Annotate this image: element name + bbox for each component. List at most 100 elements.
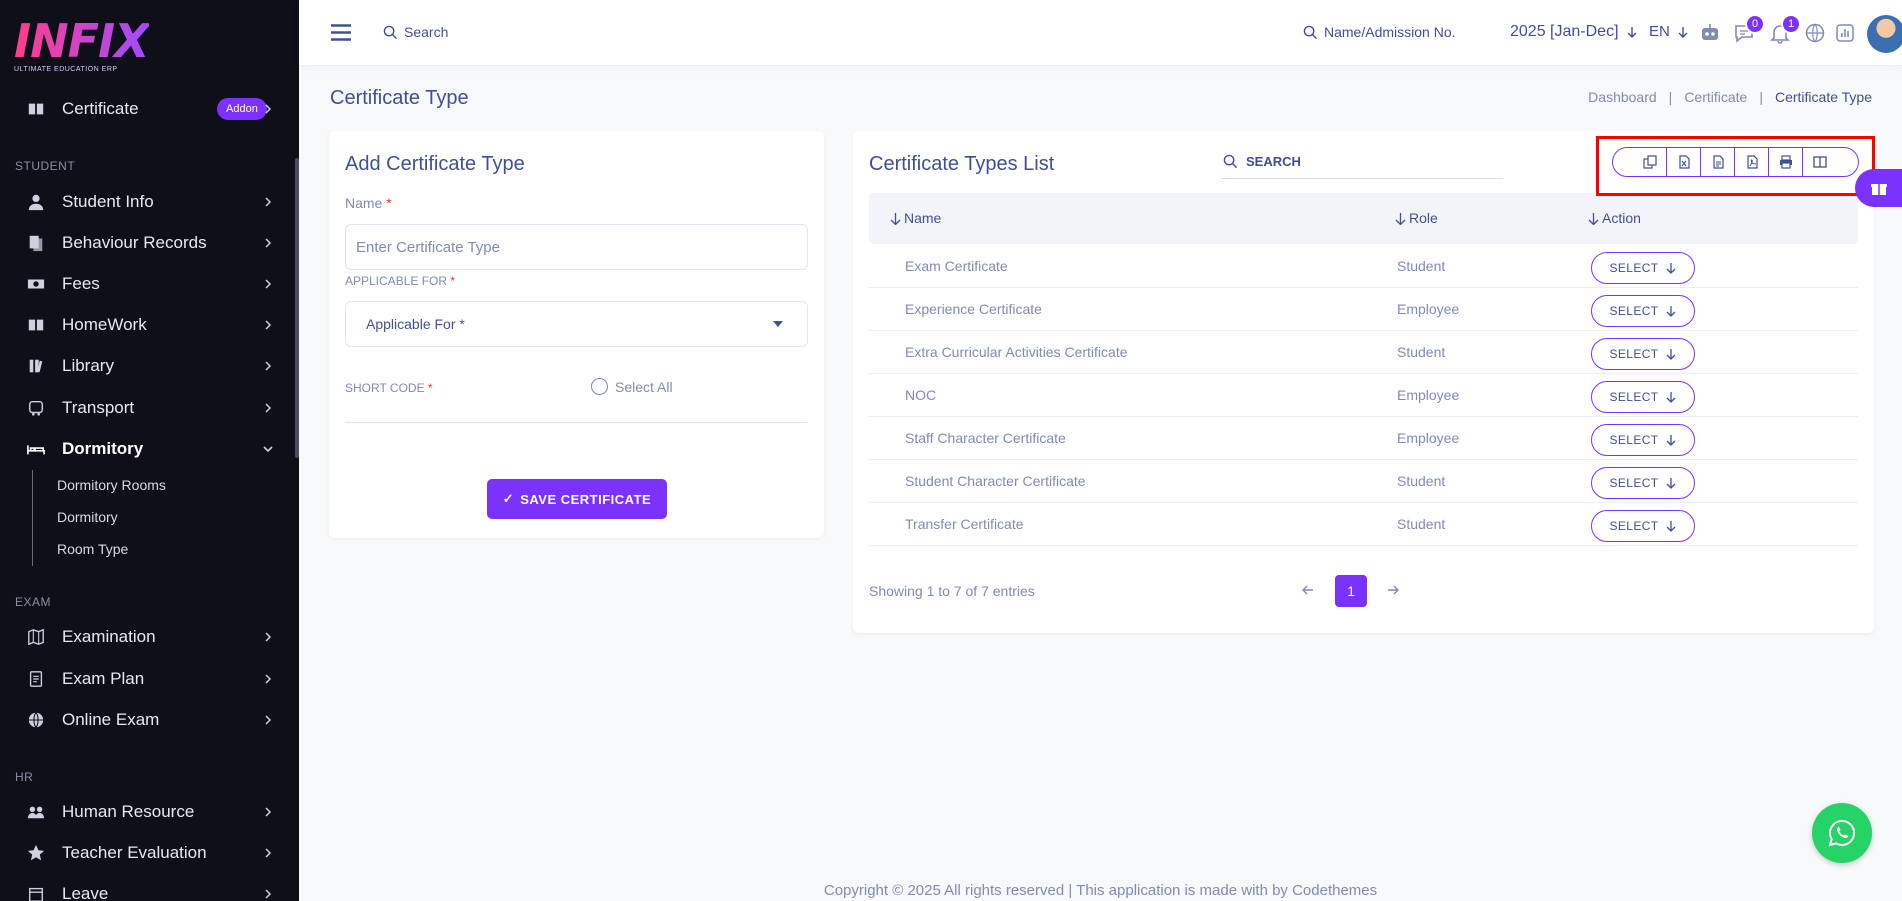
pdf-icon[interactable]	[1735, 147, 1769, 177]
select-all-radio[interactable]: Select All	[591, 378, 673, 395]
gift-tab[interactable]	[1855, 169, 1902, 207]
select-action-button[interactable]: SELECT	[1591, 467, 1695, 499]
excel-icon[interactable]	[1667, 147, 1701, 177]
column-header-role[interactable]: Role	[1394, 210, 1438, 226]
arrow-down-icon	[1666, 478, 1676, 489]
sidebar-item-label: Certificate	[62, 99, 139, 118]
plan-icon	[26, 669, 46, 689]
sort-arrow-icon	[890, 212, 901, 225]
chat-icon[interactable]: 0	[1733, 14, 1765, 44]
user-avatar[interactable]	[1867, 15, 1902, 53]
certificate-name-input[interactable]: Enter Certificate Type	[345, 224, 808, 270]
required-mark: *	[427, 381, 433, 395]
search-label: Search	[404, 24, 449, 40]
table-search-input[interactable]: SEARCH	[1221, 145, 1503, 179]
applicable-for-label-text: APPLICABLE FOR	[345, 274, 448, 288]
column-header-name[interactable]: Name	[889, 210, 941, 226]
csv-icon[interactable]	[1701, 147, 1735, 177]
columns-icon[interactable]	[1803, 147, 1837, 177]
breadcrumb-dashboard[interactable]: Dashboard	[1588, 89, 1657, 105]
list-title: Certificate Types List	[869, 153, 1055, 175]
academic-year-select[interactable]: 2025 [Jan-Dec]	[1510, 23, 1639, 41]
sort-arrow-icon	[1588, 212, 1599, 225]
whatsapp-button[interactable]	[1812, 803, 1872, 863]
section-label-student: STUDENT	[15, 159, 76, 173]
sidebar-scrollbar[interactable]	[295, 158, 299, 458]
sidebar-item-dormitory[interactable]: Dormitory	[0, 429, 290, 469]
language-select[interactable]: EN	[1649, 23, 1690, 40]
cell-name: Staff Character Certificate	[905, 430, 1066, 446]
add-certificate-type-card: Add Certificate Type Name * Enter Certif…	[329, 131, 824, 538]
arrow-down-icon	[1666, 263, 1676, 274]
records-icon	[26, 233, 46, 253]
column-header-action[interactable]: Action	[1587, 210, 1641, 226]
applicable-for-select[interactable]: Applicable For *	[345, 301, 808, 347]
breadcrumb-current: Certificate Type	[1774, 89, 1872, 105]
sidebar: INFIX ULTIMATE EDUCATION ERP Certificate…	[0, 0, 299, 901]
sidebar-item-transport[interactable]: Transport	[0, 388, 290, 428]
table-row: Exam Certificate Student SELECT	[869, 245, 1858, 288]
required-mark: *	[450, 274, 456, 288]
sidebar-item-label: HomeWork	[62, 315, 147, 334]
sidebar-item-human-resource[interactable]: Human Resource	[0, 792, 290, 832]
save-certificate-label: SAVE CERTIFICATE	[520, 491, 652, 507]
admission-search[interactable]: Name/Admission No.	[1303, 24, 1456, 40]
save-certificate-button[interactable]: ✓ SAVE CERTIFICATE	[487, 479, 667, 519]
sidebar-item-label: Leave	[62, 884, 109, 901]
analytics-icon[interactable]	[1834, 22, 1856, 44]
library-icon	[26, 356, 46, 376]
chevron-right-icon	[260, 400, 276, 416]
sidebar-item-homework[interactable]: HomeWork	[0, 305, 290, 345]
sidebar-item-label: Online Exam	[62, 710, 160, 729]
select-action-button[interactable]: SELECT	[1591, 295, 1695, 327]
sidebar-item-student-info[interactable]: Student Info	[0, 182, 290, 222]
copy-icon[interactable]	[1633, 147, 1667, 177]
sidebar-item-fees[interactable]: Fees	[0, 264, 290, 304]
next-page-icon[interactable]	[1385, 582, 1401, 598]
entries-info: Showing 1 to 7 of 7 entries	[869, 583, 1035, 599]
sidebar-item-certificate[interactable]: Certificate Addon	[0, 89, 290, 129]
select-label: SELECT	[1609, 304, 1659, 318]
certificate-types-list-card: Certificate Types List SEARCH Name Role	[853, 131, 1874, 633]
globe-icon[interactable]	[1804, 22, 1826, 44]
logo[interactable]: INFIX ULTIMATE EDUCATION ERP	[14, 18, 150, 73]
sidebar-subitem-room-type[interactable]: Room Type	[57, 541, 128, 557]
sidebar-item-behaviour-records[interactable]: Behaviour Records	[0, 223, 290, 263]
star-icon	[26, 843, 46, 863]
arrow-down-icon	[1666, 392, 1676, 403]
bell-icon[interactable]: 1	[1769, 14, 1801, 44]
select-action-button[interactable]: SELECT	[1591, 381, 1695, 413]
print-icon[interactable]	[1769, 147, 1803, 177]
sidebar-subitem-dormitory-rooms[interactable]: Dormitory Rooms	[57, 477, 166, 493]
arrow-down-icon	[1627, 27, 1637, 38]
sidebar-item-label: Student Info	[62, 192, 154, 211]
page-button-current[interactable]: 1	[1335, 575, 1367, 607]
chevron-down-icon	[260, 441, 276, 457]
select-label: SELECT	[1609, 476, 1659, 490]
chevron-right-icon	[260, 712, 276, 728]
select-action-button[interactable]: SELECT	[1591, 338, 1695, 370]
select-all-label: Select All	[615, 378, 673, 395]
sidebar-item-label: Library	[62, 356, 114, 375]
sidebar-item-exam-plan[interactable]: Exam Plan	[0, 659, 290, 699]
sidebar-item-teacher-evaluation[interactable]: Teacher Evaluation	[0, 833, 290, 873]
select-action-button[interactable]: SELECT	[1591, 510, 1695, 542]
select-action-button[interactable]: SELECT	[1591, 252, 1695, 284]
column-header-label: Role	[1409, 210, 1438, 226]
global-search[interactable]: Search	[383, 24, 448, 40]
select-action-button[interactable]: SELECT	[1591, 424, 1695, 456]
cell-role: Student	[1397, 258, 1446, 274]
robot-icon[interactable]	[1699, 22, 1721, 44]
sidebar-item-online-exam[interactable]: Online Exam	[0, 700, 290, 740]
sidebar-item-examination[interactable]: Examination	[0, 617, 290, 657]
sidebar-item-library[interactable]: Library	[0, 346, 290, 386]
people-icon	[26, 802, 46, 822]
search-icon	[1223, 154, 1238, 169]
breadcrumb-certificate[interactable]: Certificate	[1684, 89, 1747, 105]
table-header: Name Role Action	[869, 193, 1858, 244]
menu-toggle-icon[interactable]	[331, 24, 351, 41]
prev-page-icon[interactable]	[1300, 582, 1316, 598]
sidebar-item-leave[interactable]: Leave	[0, 874, 290, 901]
sidebar-subitem-dormitory[interactable]: Dormitory	[57, 509, 118, 525]
sidebar-item-label: Dormitory	[62, 439, 144, 458]
